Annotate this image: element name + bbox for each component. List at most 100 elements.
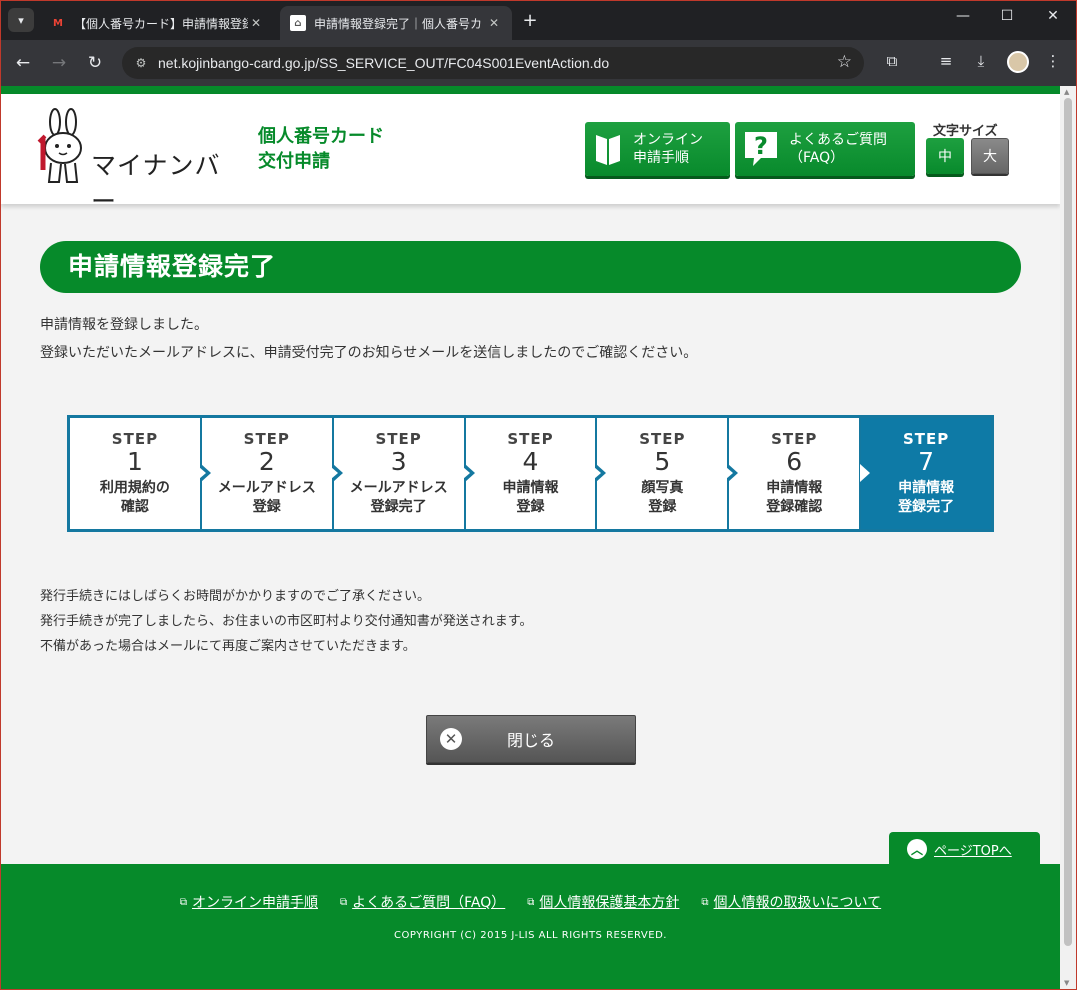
footer-link-label: よくあるご質問（FAQ） <box>352 895 506 911</box>
step-3: STEP 3 メールアドレス 登録完了 <box>334 418 475 529</box>
browser-tab-strip: ▾ M 【個人番号カード】申請情報登録U ✕ ⌂ 申請情報登録完了｜個人番号カ … <box>0 0 1077 40</box>
mynumber-rabbit-icon <box>37 108 82 183</box>
site-info-icon[interactable]: ⚙ <box>132 54 150 72</box>
svg-text:?: ? <box>754 132 768 160</box>
footer-link-faq[interactable]: ⧉ よくあるご質問（FAQ） <box>340 892 505 912</box>
step-arrow-icon <box>462 464 475 482</box>
step-number: 1 <box>126 447 143 476</box>
copyright: COPYRIGHT (C) 2015 J-LIS ALL RIGHTS RESE… <box>394 930 667 941</box>
close-button-label: 閉じる <box>506 731 555 750</box>
footer-links: ⧉ オンライン申請手順 ⧉ よくあるご質問（FAQ） ⧉ 個人情報保護基本方針 … <box>1 892 1060 912</box>
step-word: STEP <box>639 430 686 448</box>
step-7-current: STEP 7 申請情報 登録完了 <box>861 418 992 529</box>
tab-gmail[interactable]: M 【個人番号カード】申請情報登録U ✕ <box>40 6 274 40</box>
faq-btn-line1: よくあるご質問 <box>789 132 887 148</box>
font-size-large-button[interactable]: 大 <box>971 138 1009 174</box>
tab-title: 申請情報登録完了｜個人番号カ <box>314 16 483 31</box>
step-word: STEP <box>243 430 290 448</box>
question-icon: ? <box>745 132 777 166</box>
scroll-up-icon[interactable]: ▲ <box>1064 88 1069 96</box>
footer-link-label: オンライン申請手順 <box>192 895 318 911</box>
profile-avatar[interactable] <box>1007 51 1029 73</box>
address-bar[interactable]: ⚙ net.kojinbango-card.go.jp/SS_SERVICE_O… <box>122 47 864 79</box>
step-number: 7 <box>918 447 935 476</box>
faq-btn-line2: （FAQ） <box>789 150 845 166</box>
note-line: 発行手続きにはしばらくお時間がかかりますのでご了承ください。 <box>40 589 431 604</box>
chevron-up-icon: ︿ <box>907 839 927 859</box>
media-control-icon[interactable]: ≡ <box>935 52 957 70</box>
font-size-medium-button[interactable]: 中 <box>926 138 964 174</box>
step-arrow-icon <box>330 464 343 482</box>
processing-notes: 発行手続きにはしばらくお時間がかかりますのでご了承ください。 発行手続きが完了し… <box>40 584 532 659</box>
step-number: 6 <box>786 447 803 476</box>
external-link-icon: ⧉ <box>701 896 709 908</box>
footer-link-personal-info-handling[interactable]: ⧉ 個人情報の取扱いについて <box>701 892 881 912</box>
step-label: 利用規約の 確認 <box>99 480 170 515</box>
font-size-label: 文字サイズ <box>933 124 998 139</box>
footer-link-label: 個人情報保護基本方針 <box>539 895 680 911</box>
download-icon[interactable]: ⤓ <box>970 52 992 70</box>
footer-link-label: 個人情報の取扱いについて <box>713 895 882 911</box>
vertical-scrollbar[interactable]: ▲ ▼ <box>1060 86 1076 989</box>
close-circle-icon: ✕ <box>440 728 462 750</box>
service-title-line1: 個人番号カード <box>258 126 384 147</box>
page-viewport: マイナンバー 個人番号カード 交付申請 オンライン 申請手順 ? よくあるご質問 <box>1 86 1060 989</box>
scroll-down-icon[interactable]: ▼ <box>1064 979 1069 987</box>
step-word: STEP <box>375 430 422 448</box>
step-1: STEP 1 利用規約の 確認 <box>70 418 211 529</box>
step-arrow-icon <box>594 464 607 482</box>
faq-button[interactable]: ? よくあるご質問 （FAQ） <box>735 122 915 176</box>
footer-link-online-procedure[interactable]: ⧉ オンライン申請手順 <box>180 892 318 912</box>
service-title: 個人番号カード 交付申請 <box>258 124 384 174</box>
book-icon <box>596 135 620 165</box>
new-tab-button[interactable]: + <box>520 10 540 31</box>
url-text[interactable]: net.kojinbango-card.go.jp/SS_SERVICE_OUT… <box>158 55 609 71</box>
reload-icon[interactable]: ↻ <box>84 52 106 74</box>
close-button[interactable]: ✕ 閉じる <box>426 715 636 763</box>
back-icon[interactable]: ← <box>12 52 34 74</box>
step-label: メールアドレス 登録 <box>217 480 316 515</box>
step-4: STEP 4 申請情報 登録 <box>466 418 607 529</box>
maximize-icon[interactable]: ☐ <box>992 8 1022 24</box>
forward-icon[interactable]: → <box>48 52 70 74</box>
step-label: 申請情報 登録確認 <box>766 480 823 515</box>
close-icon[interactable]: ✕ <box>248 16 264 30</box>
bookmark-star-icon[interactable]: ☆ <box>837 52 852 72</box>
site-header: マイナンバー 個人番号カード 交付申請 オンライン 申請手順 ? よくあるご質問 <box>1 94 1060 216</box>
footer-link-privacy-policy[interactable]: ⧉ 個人情報保護基本方針 <box>527 892 679 912</box>
minimize-icon[interactable]: — <box>948 8 978 24</box>
tab-search-button[interactable]: ▾ <box>8 8 34 32</box>
window-close-icon[interactable]: ✕ <box>1038 8 1068 24</box>
step-number: 3 <box>390 447 407 476</box>
step-number: 2 <box>258 447 275 476</box>
scrollbar-thumb[interactable] <box>1064 98 1072 946</box>
external-link-icon: ⧉ <box>179 896 187 908</box>
step-number: 4 <box>522 447 539 476</box>
step-label: 顔写真 登録 <box>641 480 684 515</box>
tab-title: 【個人番号カード】申請情報登録U <box>74 16 248 31</box>
logo-text: マイナンバー <box>91 151 221 216</box>
external-link-icon: ⧉ <box>527 896 535 908</box>
step-arrow-icon <box>726 464 739 482</box>
gmail-icon: M <box>53 17 63 29</box>
step-arrow-icon <box>198 464 211 482</box>
step-arrow-icon <box>860 464 871 482</box>
step-indicator: STEP 1 利用規約の 確認 STEP 2 メールアドレス 登録 STEP 3… <box>67 415 994 532</box>
top-stripe <box>1 86 1060 94</box>
page-title: 申請情報登録完了 <box>40 241 1021 293</box>
page-top-link[interactable]: ︿ ページTOPへ <box>889 832 1040 866</box>
page-top-label: ページTOPへ <box>934 843 1012 859</box>
tab-current[interactable]: ⌂ 申請情報登録完了｜個人番号カ ✕ <box>280 6 512 40</box>
note-line: 不備があった場合はメールにて再度ご案内させていただきます。 <box>40 639 416 654</box>
close-icon[interactable]: ✕ <box>486 16 502 30</box>
mynumber-logo[interactable]: マイナンバー <box>37 108 237 216</box>
external-link-icon: ⧉ <box>340 896 348 908</box>
step-word: STEP <box>902 430 950 448</box>
extensions-icon[interactable]: ⧉ <box>881 52 903 70</box>
menu-kebab-icon[interactable]: ⋮ <box>1042 52 1064 70</box>
step-label: 申請情報 登録 <box>502 480 559 515</box>
step-word: STEP <box>111 430 159 448</box>
online-procedure-button[interactable]: オンライン 申請手順 <box>585 122 730 176</box>
note-line: 発行手続きが完了しましたら、お住まいの市区町村より交付通知書が発送されます。 <box>40 614 533 629</box>
site-favicon-icon: ⌂ <box>290 15 306 31</box>
